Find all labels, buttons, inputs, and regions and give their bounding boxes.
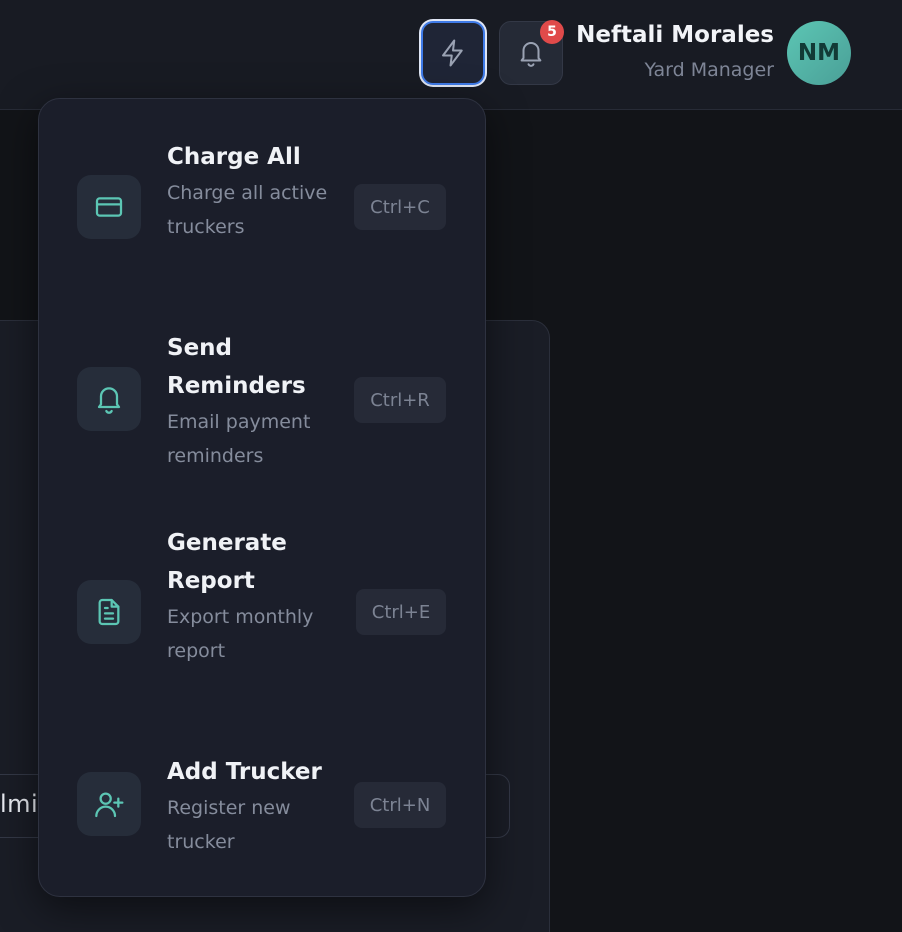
- menu-item-title: Charge All: [167, 144, 301, 170]
- shortcut-badge: Ctrl+R: [354, 377, 446, 423]
- item-icon-container: [77, 175, 141, 239]
- notification-count-badge: 5: [540, 20, 564, 44]
- user-role: Yard Manager: [644, 59, 775, 81]
- item-icon-container: [77, 772, 141, 836]
- menu-item-description: Email payment reminders: [167, 411, 311, 467]
- menu-item-description: Export monthly report: [167, 606, 314, 662]
- menu-item-description: Register new trucker: [167, 797, 291, 853]
- document-icon: [98, 598, 120, 626]
- item-icon-container: [77, 580, 141, 644]
- menu-item-description: Charge all active truckers: [167, 182, 328, 238]
- quick-actions-menu: Charge All Charge all active truckers Ct…: [38, 98, 486, 897]
- quick-actions-button[interactable]: [421, 21, 485, 85]
- menu-item-title: Add Trucker: [167, 759, 322, 785]
- shortcut-badge: Ctrl+C: [354, 184, 446, 230]
- menu-item-title: Generate Report: [167, 530, 287, 594]
- item-icon-container: [77, 367, 141, 431]
- background-input-text: lmi: [0, 790, 39, 818]
- avatar[interactable]: NM: [787, 21, 851, 85]
- bell-icon: [520, 42, 542, 67]
- lightning-icon: [442, 39, 463, 67]
- menu-item-title: Send Reminders: [167, 335, 306, 399]
- bell-icon: [97, 387, 121, 414]
- user-name: Neftali Morales: [576, 22, 774, 48]
- credit-card-icon: [95, 197, 123, 217]
- shortcut-badge: Ctrl+E: [356, 589, 446, 635]
- user-plus-icon: [95, 792, 124, 818]
- shortcut-badge: Ctrl+N: [354, 782, 446, 828]
